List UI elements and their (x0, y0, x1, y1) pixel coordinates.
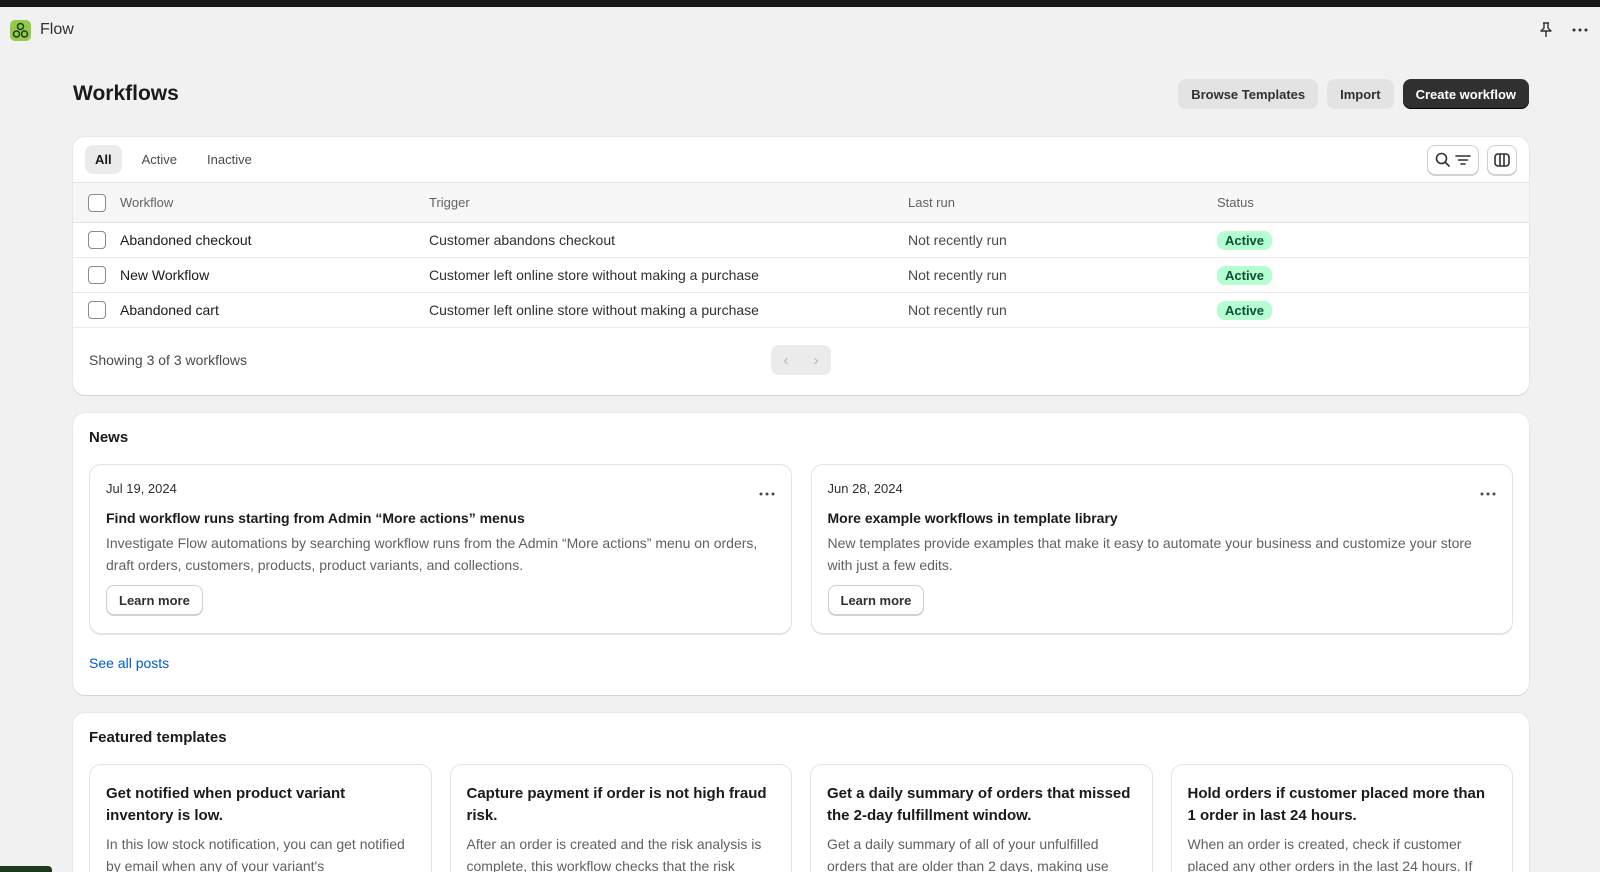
workflow-trigger: Customer left online store without makin… (429, 267, 759, 283)
template-card[interactable]: Get notified when product variant invent… (89, 764, 432, 872)
template-title: Hold orders if customer placed more than… (1187, 785, 1486, 824)
news-item-title: More example workflows in template libra… (827, 510, 1118, 526)
featured-templates-card: Featured templates Get notified when pro… (73, 713, 1529, 872)
top-strip (0, 0, 1600, 7)
page-header: Workflows Browse Templates Import Create… (73, 78, 1529, 110)
workflow-last-run: Not recently run (908, 267, 1007, 283)
create-workflow-button[interactable]: Create workflow (1402, 79, 1529, 109)
corner-tab[interactable] (0, 866, 52, 872)
row-checkbox[interactable] (88, 266, 106, 284)
workflow-last-run: Not recently run (908, 232, 1007, 248)
news-date: Jun 28, 2024 (827, 481, 903, 496)
template-title: Get a daily summary of orders that misse… (827, 785, 1131, 824)
template-card[interactable]: Get a daily summary of orders that misse… (810, 764, 1153, 872)
more-horizontal-icon[interactable] (1480, 483, 1496, 501)
page-title: Workflows (73, 82, 179, 105)
tab-active[interactable]: Active (132, 145, 187, 174)
featured-templates-title: Featured templates (89, 729, 227, 746)
template-card[interactable]: Capture payment if order is not high fra… (449, 764, 792, 872)
news-title: News (89, 429, 129, 446)
workflow-name[interactable]: New Workflow (120, 267, 429, 283)
browse-templates-button[interactable]: Browse Templates (1178, 79, 1319, 109)
news-item-body: Investigate Flow automations by searchin… (106, 535, 758, 573)
columns-icon (1494, 152, 1510, 167)
table-footer: Showing 3 of 3 workflows ‹ › (73, 328, 1529, 391)
import-button[interactable]: Import (1327, 79, 1394, 109)
news-item-body: New templates provide examples that make… (827, 535, 1472, 573)
next-page-icon[interactable]: › (801, 345, 831, 375)
tab-all[interactable]: All (85, 145, 122, 174)
column-last-run: Last run (908, 195, 955, 210)
column-status: Status (1217, 195, 1254, 210)
row-checkbox[interactable] (88, 231, 106, 249)
workflow-name[interactable]: Abandoned checkout (120, 232, 429, 248)
status-badge: Active (1217, 265, 1273, 285)
news-card: News Jul 19, 2024 Find workflow runs sta… (73, 413, 1529, 695)
table-header: Workflow Trigger Last run Status (73, 183, 1529, 223)
learn-more-button[interactable]: Learn more (106, 585, 203, 615)
news-date: Jul 19, 2024 (106, 481, 177, 496)
workflow-last-run: Not recently run (908, 302, 1007, 318)
pin-icon[interactable] (1536, 20, 1556, 40)
filter-tabs: All Active Inactive (73, 137, 1529, 183)
template-body: When an order is created, check if custo… (1187, 836, 1473, 872)
see-all-posts-link[interactable]: See all posts (89, 655, 169, 671)
filter-icon (1455, 154, 1471, 165)
template-card[interactable]: Hold orders if customer placed more than… (1170, 764, 1513, 872)
previous-page-icon[interactable]: ‹ (771, 345, 801, 375)
learn-more-button[interactable]: Learn more (827, 585, 925, 615)
table-row[interactable]: New Workflow Customer left online store … (73, 258, 1529, 293)
tab-inactive[interactable]: Inactive (197, 145, 262, 174)
template-body: Get a daily summary of all of your unful… (827, 836, 1109, 872)
app-bar: Flow (0, 7, 1600, 53)
status-badge: Active (1217, 300, 1273, 320)
search-filter-button[interactable] (1427, 144, 1479, 175)
template-title: Capture payment if order is not high fra… (466, 785, 767, 824)
more-horizontal-icon[interactable] (1570, 20, 1590, 40)
table-row[interactable]: Abandoned cart Customer left online stor… (73, 293, 1529, 328)
news-item: Jun 28, 2024 More example workflows in t… (810, 464, 1513, 634)
flow-logo-icon (10, 19, 31, 41)
news-item-title: Find workflow runs starting from Admin “… (106, 510, 525, 526)
workflows-table: Workflow Trigger Last run Status Abandon… (73, 183, 1529, 328)
app-name: Flow (40, 21, 74, 38)
table-row[interactable]: Abandoned checkout Customer abandons che… (73, 223, 1529, 258)
column-trigger: Trigger (429, 195, 470, 210)
workflows-card: All Active Inactive Workflow Trigger Las… (73, 137, 1529, 395)
pagination: ‹ › (771, 345, 831, 375)
column-workflow: Workflow (120, 195, 174, 210)
more-horizontal-icon[interactable] (759, 483, 775, 501)
row-checkbox[interactable] (88, 301, 106, 319)
template-title: Get notified when product variant invent… (106, 785, 346, 824)
workflow-name[interactable]: Abandoned cart (120, 302, 429, 318)
workflow-trigger: Customer abandons checkout (429, 232, 615, 248)
template-body: In this low stock notification, you can … (106, 836, 405, 872)
columns-button[interactable] (1487, 144, 1517, 175)
search-icon (1435, 152, 1450, 167)
workflow-trigger: Customer left online store without makin… (429, 302, 759, 318)
select-all-checkbox[interactable] (88, 193, 106, 212)
news-item: Jul 19, 2024 Find workflow runs starting… (89, 464, 792, 634)
status-badge: Active (1217, 230, 1273, 250)
template-body: After an order is created and the risk a… (466, 836, 762, 872)
showing-count: Showing 3 of 3 workflows (89, 351, 247, 368)
